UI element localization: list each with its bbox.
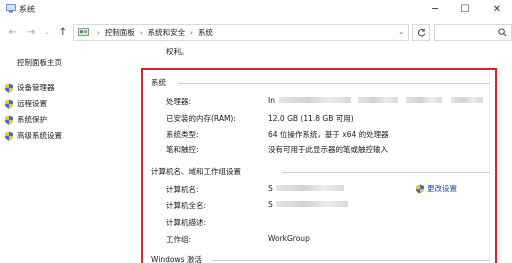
breadcrumb-system-security[interactable]: 系统和安全	[148, 27, 186, 38]
section-title-computer-name: 计算机名、域和工作组设置	[151, 167, 241, 176]
change-settings-link[interactable]: 更改设置	[415, 183, 457, 194]
breadcrumb-separator-icon: ›	[97, 28, 100, 37]
forward-arrow-icon[interactable]: →	[24, 25, 38, 39]
search-input[interactable]	[434, 24, 512, 41]
computer-name-label: 计算机名:	[166, 185, 199, 194]
shield-icon	[5, 115, 13, 125]
control-panel-icon	[78, 28, 89, 36]
redacted-blur	[276, 201, 348, 207]
sidebar-item-remote-settings[interactable]: 远程设置	[4, 98, 47, 109]
system-type-value: 64 位操作系统，基于 x64 的处理器	[268, 130, 389, 139]
workgroup-label: 工作组:	[166, 235, 192, 244]
window-title: 系统	[19, 5, 35, 14]
rights-text: 权利。	[166, 47, 189, 56]
address-bar[interactable]: › 控制面板 › 系统和安全 › 系统 ⌄	[73, 24, 409, 41]
up-arrow-icon[interactable]: ↑	[56, 25, 70, 39]
recent-locations-chevron-icon[interactable]: ⌄	[40, 25, 54, 39]
section-divider	[178, 83, 490, 84]
section-title-activation: Windows 激活	[151, 255, 202, 263]
section-title-system: 系统	[151, 78, 166, 87]
ram-label: 已安装的内存(RAM):	[166, 114, 236, 123]
redacted-blur	[358, 97, 398, 103]
breadcrumb-separator-icon: ›	[139, 28, 143, 37]
processor-value: In	[268, 96, 275, 105]
shield-icon	[5, 131, 13, 141]
sidebar-item-advanced-settings[interactable]: 高级系统设置	[4, 130, 62, 141]
back-arrow-icon[interactable]: ←	[6, 25, 20, 39]
section-divider	[212, 260, 490, 261]
breadcrumb-system[interactable]: 系统	[198, 27, 213, 38]
pen-touch-value: 没有可用于此显示器的笔或触控输入	[268, 145, 388, 154]
title-bar: 系统 ─ ☐ ✕	[0, 0, 512, 18]
pen-touch-label: 笔和触控:	[166, 145, 199, 154]
breadcrumb-control-panel[interactable]: 控制面板	[105, 27, 135, 38]
ram-value: 12.0 GB (11.8 GB 可用)	[268, 114, 354, 123]
workgroup-value: WorkGroup	[268, 234, 310, 243]
sidebar-item-label: 设备管理器	[17, 83, 55, 92]
shield-icon	[5, 83, 13, 93]
full-computer-name-value: S	[268, 200, 273, 209]
sidebar-home-link[interactable]: 控制面板主页	[17, 57, 62, 68]
section-divider	[282, 172, 490, 173]
maximize-button[interactable]: ☐	[450, 0, 480, 18]
sidebar-item-label: 高级系统设置	[17, 131, 62, 140]
redacted-blur	[406, 97, 442, 103]
system-type-label: 系统类型:	[166, 130, 199, 139]
refresh-icon	[417, 28, 425, 37]
refresh-button[interactable]	[412, 24, 430, 41]
navigation-bar: ← → ⌄ ↑ › 控制面板 › 系统和安全 › 系统 ⌄	[0, 20, 512, 44]
breadcrumb-separator-icon: ›	[190, 28, 193, 37]
computer-name-value: S	[268, 184, 273, 193]
address-dropdown-icon[interactable]: ⌄	[398, 28, 404, 36]
sidebar-item-label: 系统保护	[17, 115, 47, 124]
change-settings-label: 更改设置	[427, 184, 457, 193]
processor-label: 处理器:	[166, 97, 192, 106]
sidebar-item-system-protection[interactable]: 系统保护	[4, 114, 47, 125]
minimize-button[interactable]: ─	[420, 0, 450, 18]
close-button[interactable]: ✕	[482, 0, 512, 18]
redacted-blur	[279, 97, 351, 103]
sidebar-item-device-manager[interactable]: 设备管理器	[4, 82, 55, 93]
system-app-icon	[6, 4, 16, 13]
shield-icon	[5, 99, 13, 109]
redacted-blur	[451, 97, 483, 103]
search-icon	[498, 28, 507, 37]
computer-description-label: 计算机描述:	[166, 218, 207, 227]
sidebar-item-label: 远程设置	[17, 99, 47, 108]
shield-icon	[416, 184, 424, 194]
redacted-blur	[276, 185, 344, 191]
full-computer-name-label: 计算机全名:	[166, 201, 207, 210]
